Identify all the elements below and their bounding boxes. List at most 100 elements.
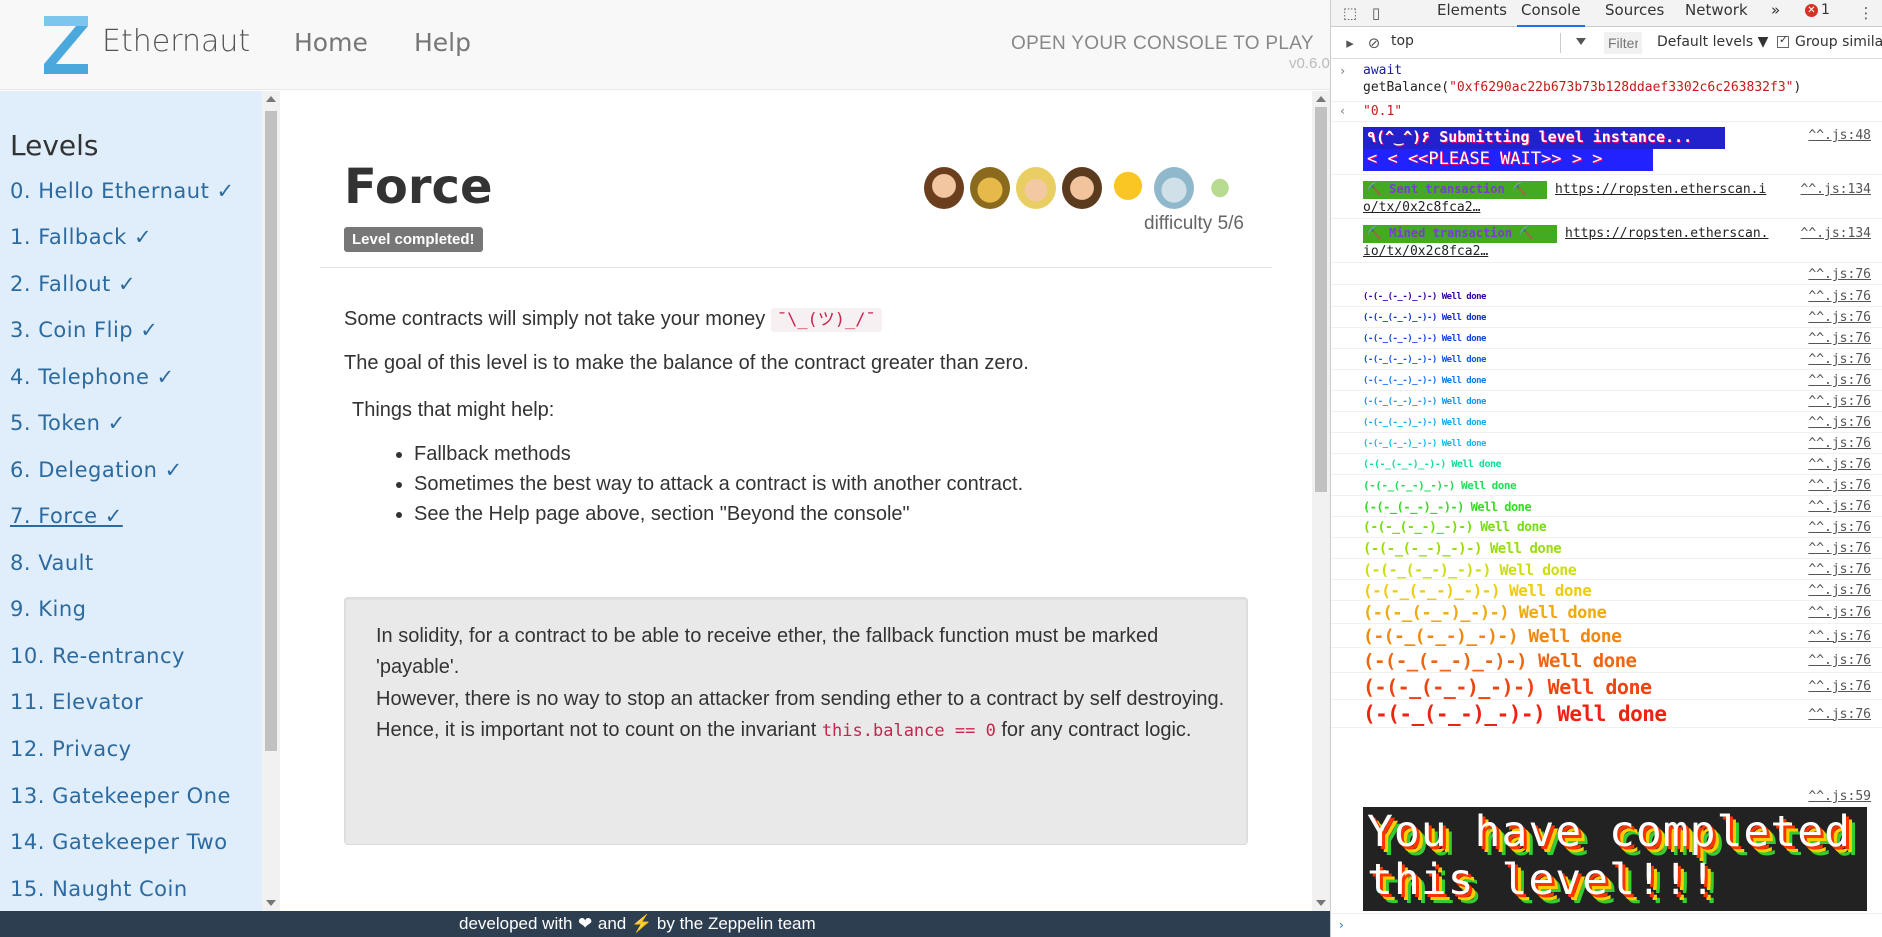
source-link[interactable]: ^^.js:76 (1808, 394, 1871, 409)
content-scrollbar[interactable] (1312, 91, 1330, 911)
source-link[interactable]: ^^.js:134 (1801, 182, 1871, 197)
source-link[interactable]: ^^.js:76 (1808, 629, 1871, 644)
mined-tx-url-link[interactable]: https://ropsten.etherscan.io/tx/0x2c8fca… (1363, 225, 1773, 261)
well-paragraph-2: However, there is no way to stop an atta… (376, 684, 1226, 747)
scroll-down-icon[interactable] (1316, 900, 1326, 906)
source-link[interactable]: ^^.js:76 (1808, 499, 1871, 514)
source-link[interactable]: ^^.js:76 (1808, 605, 1871, 620)
clear-console-icon[interactable]: ⊘ (1365, 34, 1383, 52)
levels-heading: Levels (10, 129, 99, 162)
brand-name[interactable]: Ethernaut (102, 24, 250, 59)
sidebar-level-3[interactable]: 3. Coin Flip ✓ (10, 318, 158, 342)
source-link[interactable]: ^^.js:134 (1801, 226, 1871, 241)
well-done-log-row: (-(-_(-_-)_-)-) Well done ^^.js:76 (1331, 539, 1882, 559)
log-levels-dropdown[interactable]: Default levels ▼ (1657, 34, 1768, 50)
more-tabs-icon[interactable]: » (1767, 0, 1784, 27)
sidebar-level-1[interactable]: 1. Fallback ✓ (10, 225, 152, 249)
devtools-panel: ⬚ ▯ Elements Console Sources Network » ✕… (1330, 0, 1882, 937)
hint-item: Sometimes the best way to attack a contr… (414, 473, 1023, 496)
source-link[interactable]: ^^.js:76 (1808, 331, 1871, 346)
sidebar-level-6[interactable]: 6. Delegation ✓ (10, 458, 183, 482)
source-link[interactable]: ^^.js:76 (1808, 478, 1871, 493)
sidebar-level-4[interactable]: 4. Telephone ✓ (10, 365, 175, 389)
sidebar-level-14[interactable]: 14. Gatekeeper Two (10, 830, 228, 854)
sidebar-level-15[interactable]: 15. Naught Coin (10, 877, 188, 901)
tab-elements[interactable]: Elements (1433, 0, 1511, 27)
sidebar-level-2[interactable]: 2. Fallout ✓ (10, 272, 136, 296)
zeppelin-logo-icon[interactable] (38, 12, 94, 76)
source-link[interactable]: ^^.js:48 (1808, 128, 1871, 143)
tab-console[interactable]: Console (1517, 0, 1585, 27)
source-link[interactable]: ^^.js:76 (1808, 583, 1871, 598)
group-similar-toggle[interactable]: Group simila (1777, 33, 1882, 50)
well-done-text: (-(-_(-_-)_-)-) Well done (1363, 333, 1486, 344)
well-done-log-row: (-(-_(-_-)_-)-) Well done ^^.js:76 (1331, 392, 1882, 412)
source-link[interactable]: ^^.js:59 (1808, 789, 1871, 804)
sidebar-level-8[interactable]: 8. Vault (10, 551, 94, 575)
invariant-code: this.balance == 0 (821, 721, 996, 741)
source-link[interactable]: ^^.js:76 (1808, 520, 1871, 535)
scroll-down-icon[interactable] (266, 900, 276, 906)
error-count-badge[interactable]: ✕ 1 (1805, 2, 1830, 18)
content-scroll-thumb[interactable] (1315, 107, 1327, 492)
avatar-1-icon (924, 167, 964, 209)
sidebar-level-12[interactable]: 12. Privacy (10, 737, 132, 761)
divider (320, 267, 1272, 268)
screen: Ethernaut Home Help OPEN YOUR CONSOLE TO… (0, 0, 1882, 937)
well-done-log-row: (-(-_(-_-)_-)-) Well done ^^.js:76 (1331, 560, 1882, 580)
sidebar-level-0[interactable]: 0. Hello Ethernaut ✓ (10, 179, 235, 203)
author-avatars (924, 167, 1242, 211)
sidebar-level-13[interactable]: 13. Gatekeeper One (10, 784, 231, 808)
inspect-element-icon[interactable]: ⬚ (1341, 4, 1359, 22)
tab-network[interactable]: Network (1681, 0, 1752, 27)
nav-home-link[interactable]: Home (294, 28, 368, 57)
filter-input[interactable] (1604, 32, 1642, 54)
scroll-up-icon[interactable] (266, 96, 276, 102)
sidebar-level-10[interactable]: 10. Re-entrancy (10, 644, 185, 668)
source-link[interactable]: ^^.js:76 (1808, 352, 1871, 367)
source-link[interactable]: ^^.js:76 (1808, 679, 1871, 694)
source-link[interactable]: ^^.js:76 (1808, 267, 1871, 282)
well-paragraph-1: In solidity, for a contract to be able t… (376, 625, 1159, 678)
well-done-text: (-(-_(-_-)_-)-) Well done (1363, 520, 1547, 536)
source-link[interactable]: ^^.js:76 (1808, 562, 1871, 577)
well-done-text: (-(-_(-_-)_-)-) Well done (1363, 499, 1532, 514)
scroll-up-icon[interactable] (1316, 96, 1326, 102)
tab-sources[interactable]: Sources (1601, 0, 1668, 27)
group-similar-label: Group simila (1795, 34, 1882, 50)
device-toolbar-icon[interactable]: ▯ (1367, 4, 1385, 22)
avatar-6-icon (1154, 167, 1194, 209)
context-select[interactable]: top (1391, 33, 1561, 53)
well-done-text: (-(-_(-_-)_-)-) Well done (1363, 459, 1502, 470)
console-prompt-row[interactable]: › (1331, 913, 1882, 937)
sidebar-level-5[interactable]: 5. Token ✓ (10, 411, 126, 435)
source-link[interactable]: ^^.js:76 (1808, 373, 1871, 388)
source-link[interactable]: ^^.js:76 (1808, 541, 1871, 556)
sent-tx-url-link[interactable]: https://ropsten.etherscan.io/tx/0x2c8fca… (1363, 181, 1773, 217)
sidebar-scrollbar[interactable] (262, 91, 280, 911)
checkbox[interactable] (1777, 33, 1789, 48)
well-done-text: (-(-_(-_-)_-)-) Well done (1363, 625, 1622, 647)
source-link[interactable]: ^^.js:76 (1808, 415, 1871, 430)
kebab-menu-icon[interactable]: ⋮ (1857, 4, 1875, 22)
sidebar-level-11[interactable]: 11. Elevator (10, 690, 143, 714)
footer-text-before: developed with (459, 914, 573, 933)
prompt-chevron-icon: › (1339, 918, 1344, 932)
source-link[interactable]: ^^.js:76 (1808, 436, 1871, 451)
source-link[interactable]: ^^.js:76 (1808, 310, 1871, 325)
source-link[interactable]: ^^.js:76 (1808, 457, 1871, 472)
error-count: 1 (1821, 2, 1830, 18)
sidebar-scroll-thumb[interactable] (265, 111, 277, 751)
well-done-log-row: (-(-_(-_-)_-)-) Well done ^^.js:76 (1331, 308, 1882, 328)
chevron-down-icon[interactable] (1576, 38, 1586, 45)
well-done-log-row: (-(-_(-_-)_-)-) Well done ^^.js:76 (1331, 329, 1882, 349)
source-link[interactable]: ^^.js:76 (1808, 289, 1871, 304)
footer-text-middle: and (597, 914, 627, 933)
sidebar-toggle-icon[interactable]: ▸ (1341, 34, 1359, 52)
source-link[interactable]: ^^.js:76 (1808, 653, 1871, 668)
nav-help-link[interactable]: Help (414, 28, 471, 57)
sidebar-level-7-active[interactable]: 7. Force ✓ (10, 504, 123, 528)
avatar-5-icon (1108, 167, 1148, 209)
source-link[interactable]: ^^.js:76 (1808, 707, 1871, 722)
sidebar-level-9[interactable]: 9. King (10, 597, 86, 621)
